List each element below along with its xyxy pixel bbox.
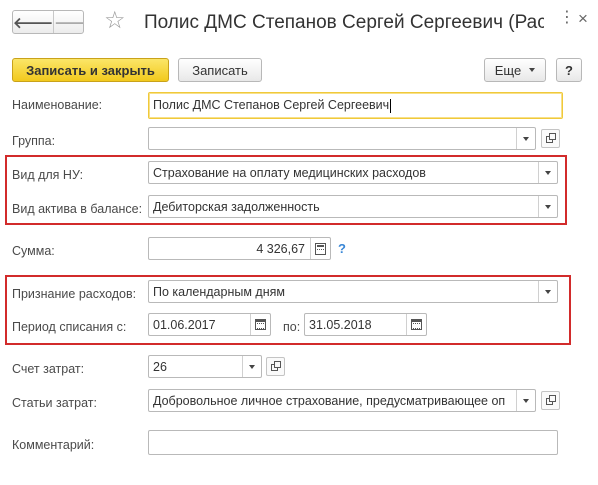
- tax-type-dropdown-button[interactable]: [538, 162, 557, 183]
- amount-help-icon[interactable]: ?: [338, 241, 346, 256]
- name-field[interactable]: Полис ДМС Степанов Сергей Сергеевич: [148, 92, 563, 119]
- back-arrow-icon[interactable]: 🡐: [13, 11, 53, 33]
- tax-type-label: Вид для НУ:: [12, 168, 84, 182]
- chevron-down-icon: [545, 204, 551, 209]
- tax-type-value: Страхование на оплату медицинских расход…: [153, 165, 426, 180]
- cost-items-open-button[interactable]: [541, 391, 560, 410]
- close-icon[interactable]: ×: [578, 10, 588, 27]
- more-vertical-icon[interactable]: ⋮: [559, 10, 575, 26]
- window-title: Полис ДМС Степанов Сергей Сергеевич (Рас…: [144, 12, 544, 33]
- amount-value: 4 326,67: [256, 241, 305, 256]
- text-cursor: [390, 98, 392, 113]
- calculator-icon: [315, 242, 326, 255]
- calendar-icon: [411, 319, 422, 330]
- comment-field[interactable]: [148, 430, 558, 455]
- save-and-close-button[interactable]: Записать и закрыть: [12, 58, 169, 82]
- cost-account-label: Счет затрат:: [12, 362, 85, 376]
- group-label: Группа:: [12, 134, 56, 148]
- group-open-button[interactable]: [541, 129, 560, 148]
- comment-label: Комментарий:: [12, 438, 95, 452]
- chevron-down-icon: [545, 289, 551, 294]
- recognition-dropdown-button[interactable]: [538, 281, 557, 302]
- name-label: Наименование:: [12, 98, 103, 112]
- save-button[interactable]: Записать: [178, 58, 262, 82]
- recognition-label: Признание расходов:: [12, 287, 137, 301]
- cost-account-open-button[interactable]: [266, 357, 285, 376]
- period-label: Период списания с:: [12, 320, 127, 334]
- cost-items-value: Добровольное личное страхование, предусм…: [153, 393, 506, 408]
- recognition-value: По календарным дням: [153, 284, 285, 299]
- group-dropdown-button[interactable]: [516, 128, 535, 149]
- cost-items-label: Статьи затрат:: [12, 396, 97, 410]
- period-from-value: 01.06.2017: [153, 317, 216, 332]
- period-from-field[interactable]: 01.06.2017: [148, 313, 271, 336]
- asset-type-value: Дебиторская задолженность: [153, 199, 320, 214]
- chevron-down-icon: [523, 398, 529, 403]
- asset-type-dropdown-button[interactable]: [538, 196, 557, 217]
- cost-items-dropdown-button[interactable]: [516, 390, 535, 411]
- calendar-icon: [255, 319, 266, 330]
- amount-field[interactable]: 4 326,67: [148, 237, 331, 260]
- group-field[interactable]: [148, 127, 536, 150]
- period-to-value: 31.05.2018: [309, 317, 372, 332]
- cost-account-dropdown-button[interactable]: [242, 356, 261, 377]
- calculator-button[interactable]: [310, 238, 330, 259]
- period-from-calendar-button[interactable]: [250, 314, 270, 335]
- period-to-label: по:: [283, 320, 301, 334]
- cost-account-value: 26: [153, 359, 167, 374]
- asset-type-label: Вид актива в балансе:: [12, 202, 143, 216]
- forward-arrow-icon[interactable]: 🡒: [53, 11, 83, 33]
- chevron-down-icon: [545, 170, 551, 175]
- period-to-calendar-button[interactable]: [406, 314, 426, 335]
- tax-type-select[interactable]: Страхование на оплату медицинских расход…: [148, 161, 558, 184]
- chevron-down-icon: [249, 364, 255, 369]
- amount-label: Сумма:: [12, 244, 55, 258]
- chevron-down-icon: [523, 136, 529, 141]
- more-button-label: Еще: [494, 62, 522, 78]
- nav-buttons: 🡐 🡒: [12, 10, 84, 34]
- cost-items-field[interactable]: Добровольное личное страхование, предусм…: [148, 389, 536, 412]
- more-button[interactable]: Еще: [484, 58, 546, 82]
- cost-account-field[interactable]: 26: [148, 355, 262, 378]
- asset-type-select[interactable]: Дебиторская задолженность: [148, 195, 558, 218]
- help-button[interactable]: ?: [556, 58, 582, 82]
- period-to-field[interactable]: 31.05.2018: [304, 313, 427, 336]
- name-value: Полис ДМС Степанов Сергей Сергеевич: [153, 98, 390, 113]
- star-icon[interactable]: ☆: [104, 9, 126, 33]
- chevron-down-icon: [529, 68, 536, 72]
- recognition-select[interactable]: По календарным дням: [148, 280, 558, 303]
